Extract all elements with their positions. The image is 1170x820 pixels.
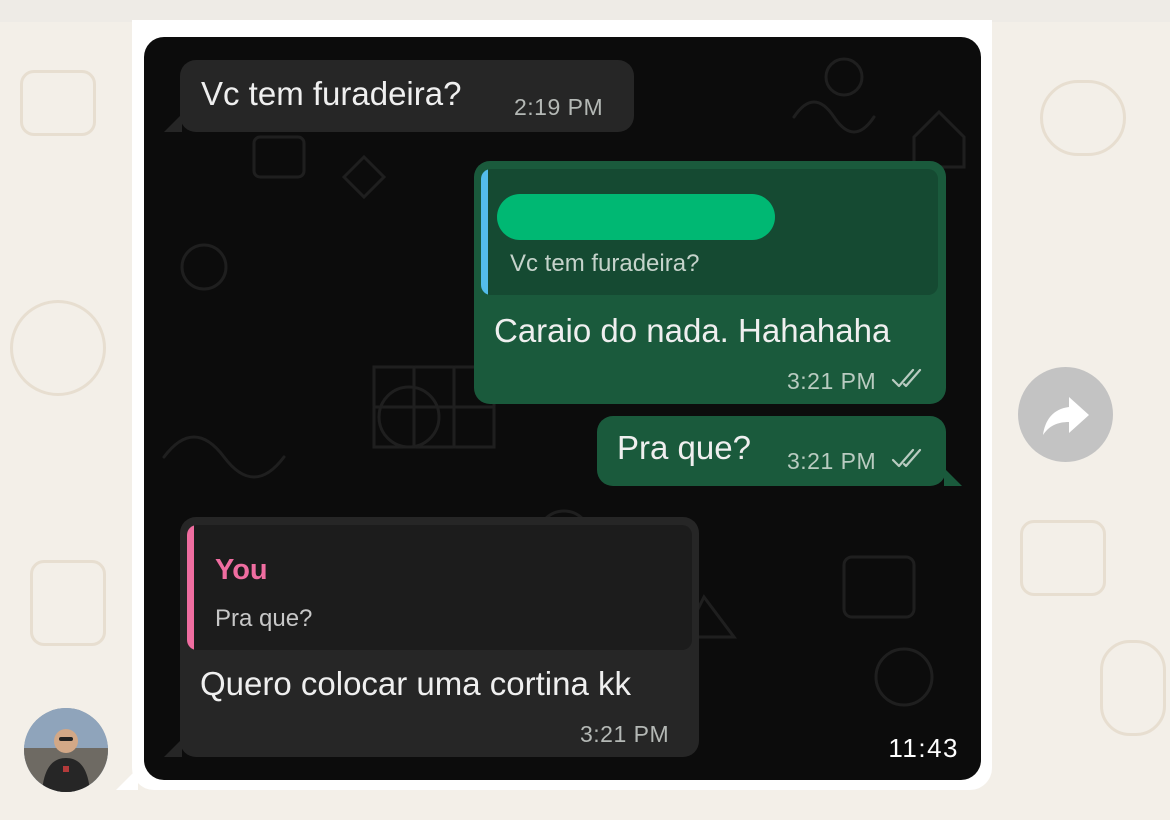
wallpaper-doodle [10,300,106,396]
quoted-message[interactable]: You Pra que? [187,525,692,650]
double-check-icon [891,368,922,388]
wallpaper-doodle [1040,80,1126,156]
avatar-photo [24,708,108,792]
quote-accent-bar [481,169,488,295]
quote-author: You [215,554,268,586]
bubble-tail [164,114,182,132]
wallpaper-doodle [1020,520,1106,596]
wallpaper-doodle [30,560,106,646]
outgoing-message-bubble[interactable]: Vc tem furadeira? Caraio do nada. Hahaha… [474,161,946,404]
wallpaper-doodle [1100,640,1166,736]
message-time: 2:19 PM [514,94,604,120]
message-text: Caraio do nada. Hahahaha [494,312,891,349]
message-time: 3:21 PM [787,368,877,394]
share-forward-icon [1042,396,1089,435]
incoming-message-bubble[interactable]: Vc tem furadeira? 2:19 PM [180,60,634,132]
wallpaper-doodle [20,70,96,136]
top-bar [0,0,1170,22]
incoming-message-bubble[interactable]: You Pra que? Quero colocar uma cortina k… [180,517,699,757]
bubble-tail [944,468,962,486]
quoted-text: Vc tem furadeira? [510,250,700,277]
message-text: Vc tem furadeira? [201,75,462,112]
outgoing-message-bubble[interactable]: Pra que? 3:21 PM [597,416,946,486]
contact-avatar[interactable] [24,708,108,792]
redacted-contact-name [497,194,775,240]
message-time: 3:21 PM [787,448,877,474]
message-text: Pra que? [617,429,751,466]
bubble-tail [164,739,182,757]
quoted-message[interactable]: Vc tem furadeira? [481,169,938,295]
quoted-text: Pra que? [215,605,313,632]
share-forward-button[interactable] [1018,367,1113,462]
message-text: Quero colocar uma cortina kk [200,665,632,702]
screenshot-media[interactable]: Vc tem furadeira? 2:19 PM Vc tem furadei… [144,37,981,780]
bubble-tail [116,768,138,790]
message-time: 3:21 PM [580,721,670,747]
quote-accent-bar [187,525,194,650]
screenshot-clock: 11:43 [888,733,959,763]
double-check-icon [891,448,922,468]
